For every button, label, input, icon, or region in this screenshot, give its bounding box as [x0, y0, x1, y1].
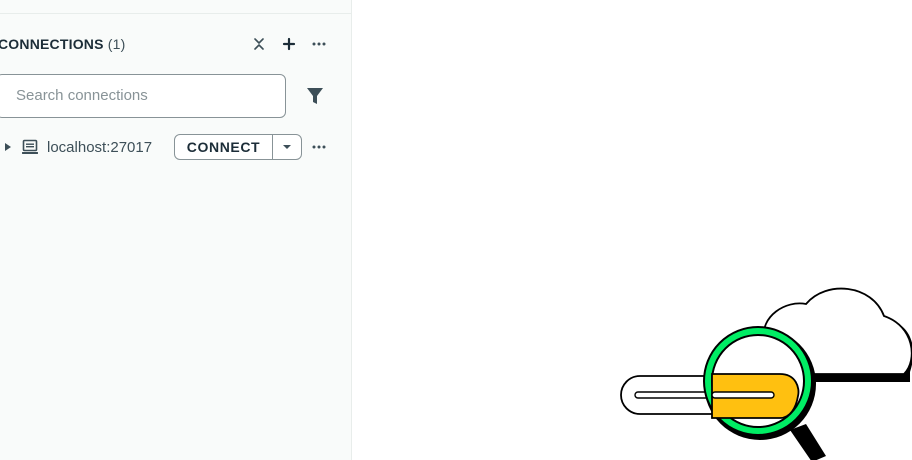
filter-button[interactable] — [304, 85, 326, 107]
plus-icon — [282, 37, 296, 51]
collapse-all-icon — [254, 38, 264, 50]
magnifying-glass-cloud-illustration — [620, 287, 912, 460]
ellipsis-icon — [312, 42, 326, 46]
search-connections-input[interactable] — [0, 75, 276, 115]
connections-sidebar: CONNECTIONS (1) Search connections local… — [0, 0, 352, 460]
collapse-all-button[interactable] — [248, 33, 270, 55]
connect-split-button: CONNECT — [174, 134, 302, 160]
connections-title: CONNECTIONS (1) — [0, 36, 125, 52]
caret-down-icon — [283, 145, 291, 149]
connect-button[interactable]: CONNECT — [175, 135, 273, 159]
add-connection-button[interactable] — [278, 33, 300, 55]
connection-more-button[interactable] — [308, 136, 330, 158]
divider — [0, 13, 351, 14]
connections-title-label: CONNECTIONS — [0, 36, 104, 52]
connect-dropdown-button[interactable] — [273, 135, 301, 159]
expand-caret-icon[interactable] — [2, 140, 14, 154]
connections-more-button[interactable] — [308, 33, 330, 55]
search-connections-field[interactable] — [0, 74, 286, 118]
connections-header: CONNECTIONS (1) — [0, 33, 340, 55]
filter-icon — [307, 88, 323, 104]
laptop-icon — [22, 139, 38, 154]
ellipsis-icon — [312, 145, 326, 149]
connection-name: localhost:27017 — [47, 139, 153, 156]
connections-count: (1) — [107, 36, 126, 52]
connection-item[interactable]: localhost:27017 CONNECT — [0, 133, 340, 161]
